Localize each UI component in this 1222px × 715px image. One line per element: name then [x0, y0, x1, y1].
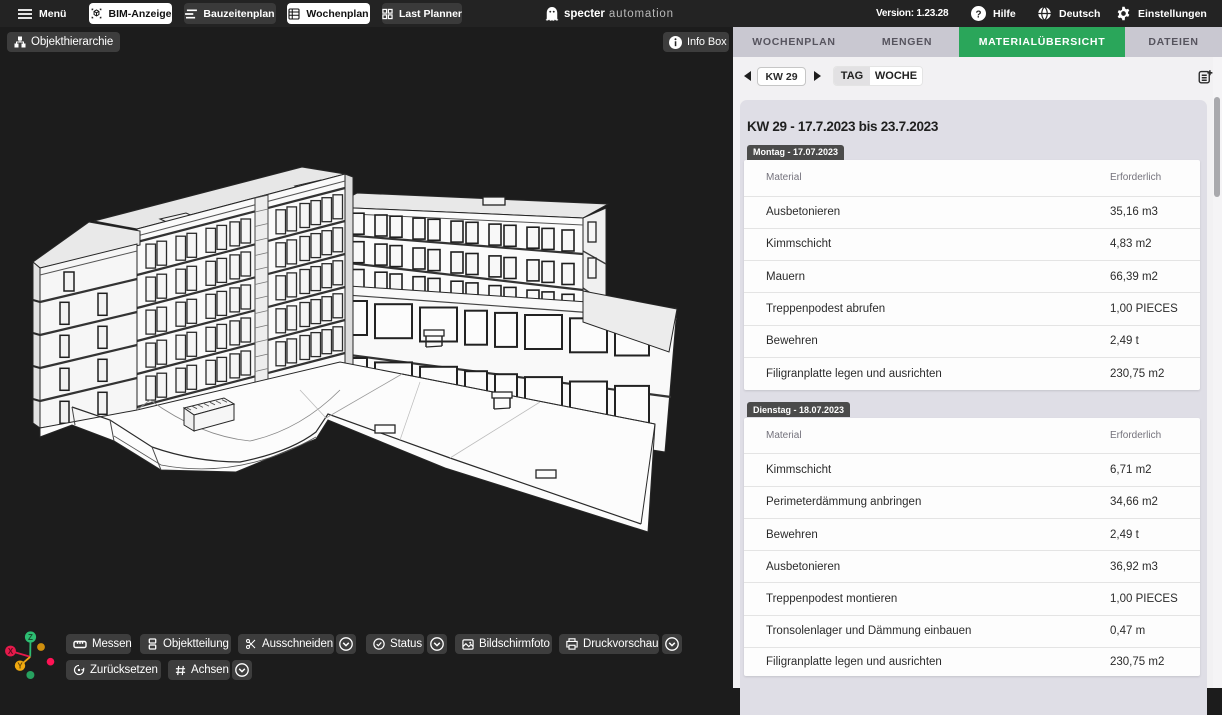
svg-text:X: X — [8, 647, 14, 656]
svg-text:Z: Z — [28, 633, 33, 642]
svg-text:?: ? — [975, 9, 981, 20]
svg-text:Y: Y — [17, 662, 23, 671]
